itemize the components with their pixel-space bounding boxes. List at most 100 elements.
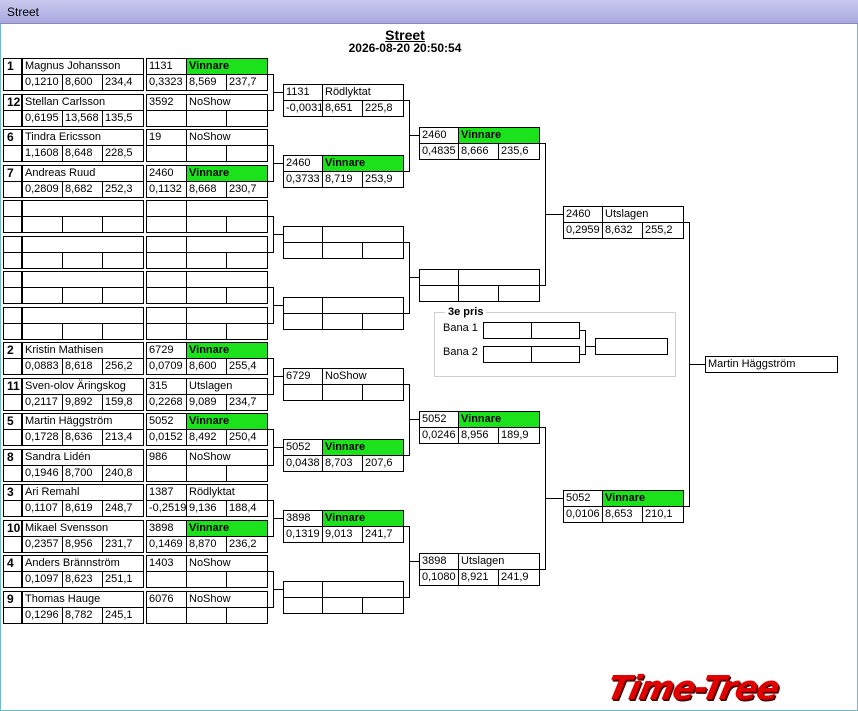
seed-number: 1 (3, 58, 22, 75)
racer-speed: 231,7 (102, 535, 144, 553)
heat-speed: 241,9 (498, 569, 540, 587)
racer-reaction-time (22, 322, 63, 340)
run-number: 2460 (146, 164, 187, 182)
run-status: Rödlyktat (186, 484, 268, 501)
seed-spacer (3, 287, 22, 304)
bracket-connector (273, 162, 283, 164)
run-number: 6729 (146, 342, 187, 359)
run-number (146, 306, 187, 324)
final-winner: Martin Häggström (705, 356, 838, 374)
time-tree-logo: Time-Tree (603, 668, 783, 707)
heat-elapsed-time (458, 285, 499, 303)
racer-speed (102, 251, 144, 269)
seed-spacer (3, 74, 22, 91)
third-connector (585, 330, 586, 355)
heat-speed (362, 241, 404, 259)
racer-speed: 135,5 (102, 109, 144, 127)
heat-speed: 207,6 (362, 454, 404, 472)
heat-speed: 255,2 (642, 222, 684, 240)
racer-speed (102, 287, 144, 304)
run-status: NoShow (186, 93, 268, 111)
racer-speed: 240,8 (102, 464, 144, 482)
heat-elapsed-time: 8,719 (322, 170, 363, 188)
seed-number: 7 (3, 164, 22, 182)
run-status (186, 200, 268, 217)
heat-status: NoShow (322, 367, 404, 385)
run-reaction-time: 0,1132 (146, 180, 187, 198)
heat-number: 2460 (283, 154, 324, 172)
heat-status (322, 225, 404, 243)
heat-status: Vinnare (458, 411, 540, 429)
run-speed (226, 109, 268, 127)
racer-name: Thomas Hauge (22, 590, 144, 608)
third-lane1-number[interactable] (483, 322, 532, 339)
racer-speed: 245,1 (102, 606, 144, 624)
window-titlebar[interactable]: Street (0, 0, 858, 24)
racer-reaction-time: 0,1097 (22, 571, 63, 588)
seed-spacer (3, 358, 22, 375)
seed-spacer (3, 216, 22, 233)
heat-status (458, 269, 540, 287)
racer-speed: 213,4 (102, 429, 144, 446)
run-elapsed-time (186, 571, 227, 588)
heat-speed: 210,1 (642, 506, 684, 524)
racer-speed: 252,3 (102, 180, 144, 198)
seed-spacer (3, 145, 22, 162)
heat-elapsed-time (322, 383, 363, 401)
racer-speed: 248,7 (102, 500, 144, 517)
bracket-connector (273, 588, 283, 590)
bracket-connector (273, 446, 283, 448)
racer-elapsed-time: 8,648 (62, 145, 103, 162)
run-reaction-time: 0,1469 (146, 535, 187, 553)
seed-number: 3 (3, 484, 22, 501)
heat-status: Vinnare (322, 438, 404, 456)
run-status: NoShow (186, 448, 268, 466)
racer-elapsed-time: 8,623 (62, 571, 103, 588)
run-number: 315 (146, 377, 187, 395)
racer-name: Mikael Svensson (22, 519, 144, 537)
racer-elapsed-time: 9,892 (62, 393, 103, 411)
heat-reaction-time (283, 596, 324, 614)
run-number: 3898 (146, 519, 187, 537)
racer-speed: 251,1 (102, 571, 144, 588)
heat-reaction-time: 0,4835 (419, 143, 460, 161)
racer-reaction-time: 0,0883 (22, 358, 63, 375)
run-number: 5052 (146, 413, 187, 430)
run-reaction-time (146, 216, 187, 233)
racer-reaction-time: 0,2809 (22, 180, 63, 198)
racer-elapsed-time: 8,618 (62, 358, 103, 375)
racer-name: Sven-olov Äringskog (22, 377, 144, 395)
run-elapsed-time (186, 322, 227, 340)
run-number: 1403 (146, 555, 187, 572)
racer-speed: 234,4 (102, 74, 144, 91)
third-lane2-number[interactable] (483, 346, 532, 363)
heat-status: Utslagen (458, 553, 540, 571)
heat-elapsed-time (322, 241, 363, 259)
bracket-connector (545, 498, 563, 500)
run-status (186, 306, 268, 324)
racer-reaction-time: 0,1946 (22, 464, 63, 482)
seed-spacer (3, 606, 22, 624)
third-place-title: 3e pris (445, 306, 487, 318)
seed-spacer (3, 464, 22, 482)
bracket-connector (689, 364, 705, 366)
racer-speed (102, 216, 144, 233)
run-number: 19 (146, 129, 187, 146)
heat-number: 5052 (419, 411, 460, 429)
run-speed: 255,4 (226, 358, 268, 375)
racer-reaction-time (22, 251, 63, 269)
racer-name (22, 200, 144, 217)
run-status (186, 271, 268, 288)
run-speed (226, 606, 268, 624)
run-reaction-time (146, 145, 187, 162)
seed-number: 6 (3, 129, 22, 146)
run-reaction-time (146, 109, 187, 127)
heat-speed (362, 383, 404, 401)
run-status: NoShow (186, 129, 268, 146)
heat-speed: 241,7 (362, 525, 404, 543)
heat-speed: 253,9 (362, 170, 404, 188)
run-reaction-time: 0,2268 (146, 393, 187, 411)
run-status: Vinnare (186, 519, 268, 537)
bracket-connector (273, 517, 283, 519)
heat-reaction-time: 0,3733 (283, 170, 324, 188)
